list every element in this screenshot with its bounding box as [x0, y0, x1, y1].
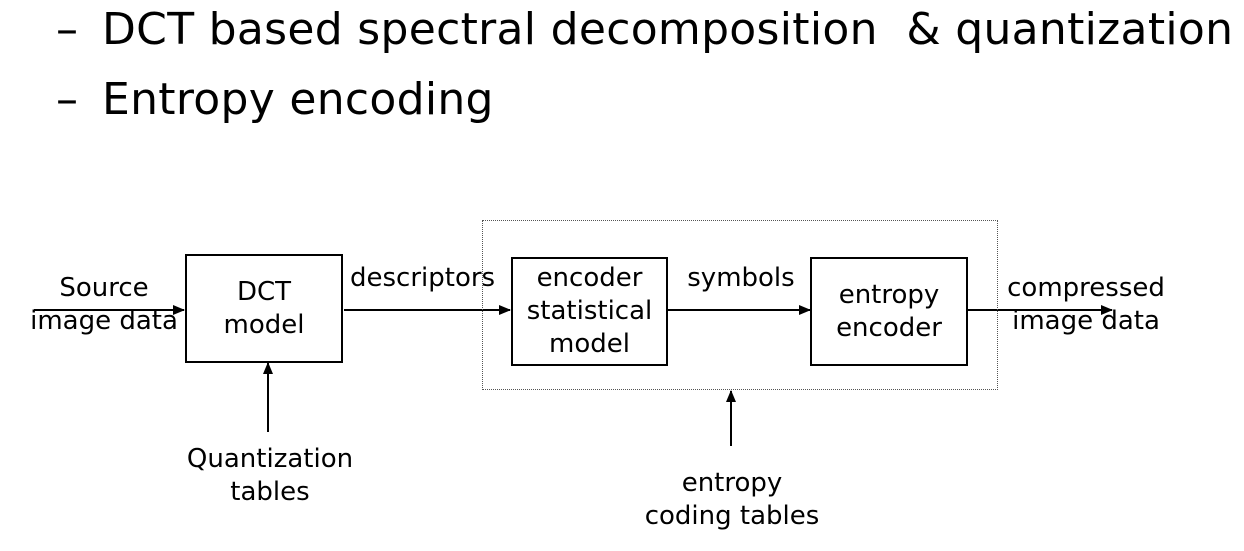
encoder-box-line-2: statistical — [526, 296, 653, 326]
symbols-label: symbols — [687, 263, 795, 293]
coding-tables-label-line-2: coding tables — [644, 501, 820, 531]
encoder-statistical-model-box: encoder statistical model — [511, 257, 668, 366]
source-label-line-1: Source — [59, 273, 149, 303]
encoder-box-line-1: encoder — [536, 263, 643, 293]
entropy-coding-tables-label: entropy coding tables — [644, 467, 820, 533]
compressed-image-data-label: compressed image data — [1004, 272, 1168, 338]
entropy-encoder-box: entropy encoder — [810, 257, 968, 366]
quantization-tables-label: Quantization tables — [180, 443, 360, 509]
entropy-box-line-1: entropy — [838, 279, 940, 310]
source-label-line-2: image data — [30, 306, 178, 336]
jpeg-encoder-diagram: Source image data DCT model descriptors … — [0, 0, 1244, 551]
compressed-label-line-2: image data — [1012, 306, 1160, 336]
coding-tables-label-line-1: entropy — [681, 468, 783, 498]
descriptors-label: descriptors — [350, 263, 496, 293]
quantization-label-line-1: Quantization — [186, 444, 354, 474]
dct-box-line-2: model — [223, 309, 305, 340]
dct-box-line-1: DCT — [236, 276, 292, 307]
encoder-box-line-3: model — [549, 329, 630, 359]
compressed-label-line-1: compressed — [1007, 273, 1165, 303]
dct-model-box: DCT model — [185, 254, 343, 363]
quantization-label-line-2: tables — [230, 477, 310, 507]
source-image-data-label: Source image data — [26, 272, 182, 338]
entropy-box-line-2: encoder — [836, 312, 942, 343]
